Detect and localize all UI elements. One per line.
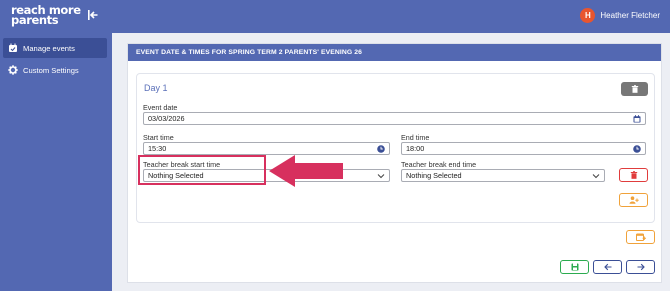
delete-break-button[interactable]	[619, 168, 648, 182]
event-date-field[interactable]: 03/03/2026	[143, 112, 646, 125]
highlight-box	[138, 155, 266, 185]
chevron-down-icon	[377, 172, 385, 180]
day-title: Day 1	[144, 83, 168, 93]
user-menu[interactable]: H Heather Fletcher	[580, 8, 660, 23]
break-end-select[interactable]: Nothing Selected	[401, 169, 605, 182]
gear-icon	[8, 65, 18, 75]
trash-icon	[631, 85, 638, 93]
arrow-right-icon	[637, 263, 645, 271]
event-date-label: Event date	[143, 103, 178, 112]
day-card: Day 1 Event date 03/03/2026 Start time 1…	[136, 73, 655, 223]
end-time-label: End time	[401, 133, 430, 142]
sidebar-item-label: Custom Settings	[23, 65, 79, 75]
logo[interactable]: reach more parents	[11, 4, 81, 26]
start-time-label: Start time	[143, 133, 174, 142]
sidebar: Manage events Custom Settings	[0, 33, 112, 291]
break-end-value: Nothing Selected	[406, 171, 462, 180]
calendar-add-icon	[635, 233, 646, 241]
panel-title: EVENT DATE & TIMES FOR SPRING TERM 2 PAR…	[128, 44, 661, 61]
back-button[interactable]	[593, 260, 622, 274]
calendar-check-icon	[8, 43, 18, 53]
next-button[interactable]	[626, 260, 655, 274]
top-bar: reach more parents H Heather Fletcher	[0, 0, 670, 33]
break-end-label: Teacher break end time	[401, 160, 477, 169]
sidebar-item-label: Manage events	[23, 43, 75, 53]
clock-icon[interactable]	[377, 145, 385, 153]
end-time-field[interactable]: 18:00	[401, 142, 646, 155]
sidebar-item-manage-events[interactable]: Manage events	[3, 38, 107, 58]
delete-day-button[interactable]	[621, 82, 648, 96]
collapse-sidebar-icon[interactable]	[87, 9, 99, 21]
calendar-icon[interactable]	[633, 115, 641, 123]
start-time-field[interactable]: 15:30	[143, 142, 390, 155]
avatar: H	[580, 8, 596, 23]
save-icon	[571, 263, 578, 271]
arrow-left-icon	[603, 263, 611, 271]
chevron-down-icon	[592, 172, 600, 180]
user-add-icon	[629, 196, 639, 204]
add-break-button[interactable]	[619, 193, 648, 207]
add-day-button[interactable]	[626, 230, 655, 244]
end-time-value: 18:00	[406, 144, 425, 153]
trash-icon	[630, 171, 637, 179]
save-button[interactable]	[560, 260, 589, 274]
arrow-pointer-icon	[269, 155, 343, 187]
event-date-value: 03/03/2026	[148, 114, 185, 123]
user-name: Heather Fletcher	[600, 11, 660, 20]
clock-icon[interactable]	[633, 145, 641, 153]
start-time-value: 15:30	[148, 144, 167, 153]
sidebar-item-custom-settings[interactable]: Custom Settings	[3, 60, 107, 80]
